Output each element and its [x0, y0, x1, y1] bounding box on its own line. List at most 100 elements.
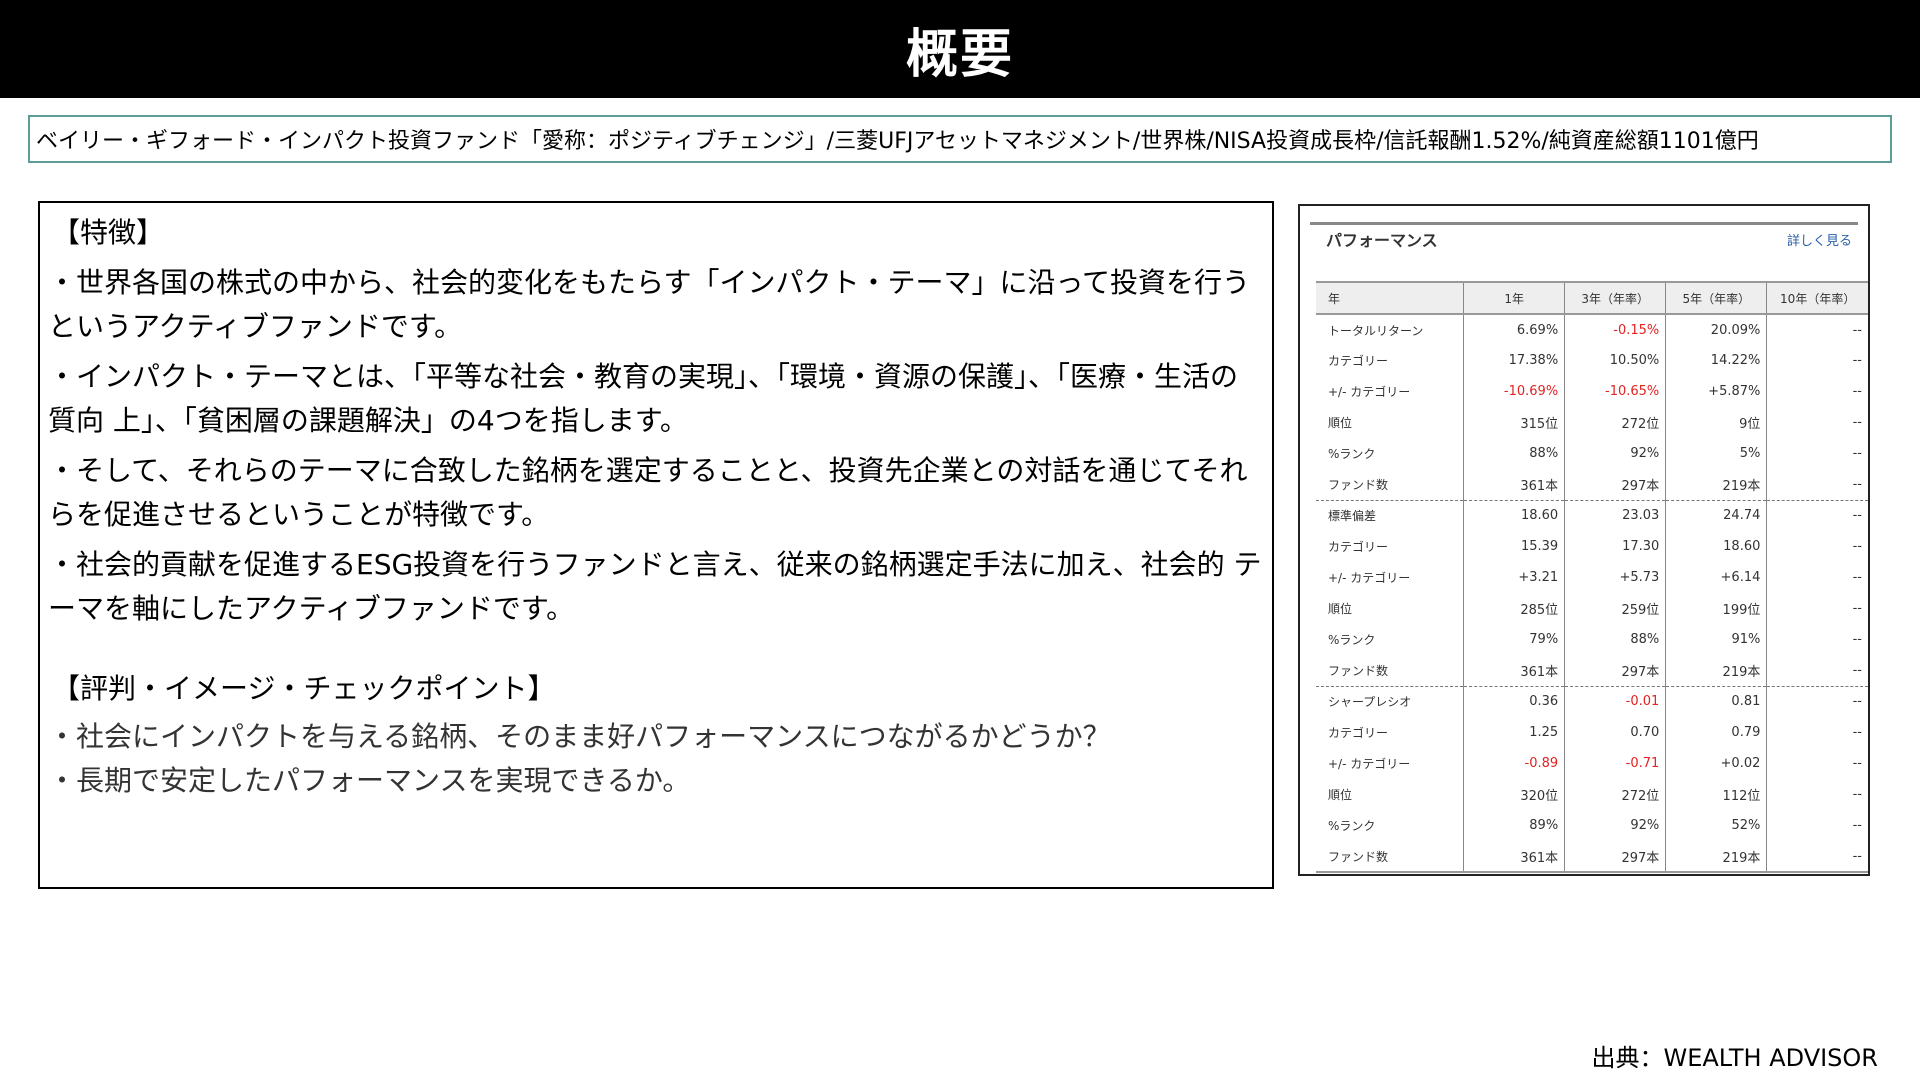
table-row: 順位 285位 259位 199位 -- — [1316, 593, 1868, 624]
table-cell: +0.02 — [1665, 748, 1767, 779]
row-label: トータルリターン — [1328, 323, 1424, 338]
table-cell: +5.87% — [1665, 376, 1767, 407]
table-cell: -0.15% — [1564, 314, 1666, 345]
table-cell: -- — [1766, 500, 1868, 531]
performance-header: パフォーマンス 詳しく見る — [1316, 225, 1858, 253]
feature-bullet: ・そして、それらのテーマに合致した銘柄を選定することと、投資先企業との対話を通じ… — [48, 454, 1248, 531]
row-label: 順位 — [1328, 416, 1353, 430]
table-cell: -- — [1766, 779, 1868, 810]
table-cell: +6.14 — [1665, 562, 1767, 593]
table-cell: -- — [1766, 655, 1868, 687]
table-header-row: 年 1年 3年（年率） 5年（年率） 10年（年率） — [1316, 281, 1868, 315]
table-cell: 6.69% — [1463, 314, 1565, 345]
table-cell: -- — [1766, 531, 1868, 562]
performance-table-body: トータルリターン 6.69% -0.15% 20.09% -- カテゴリー 17.38% 10… — [1316, 314, 1868, 873]
row-label: ファンド数 — [1316, 655, 1464, 687]
table-cell: 259位 — [1564, 593, 1666, 624]
table-cell: 219本 — [1665, 841, 1767, 873]
table-cell: 79% — [1463, 624, 1565, 655]
see-details-link[interactable]: 詳しく見る — [1787, 230, 1852, 249]
row-label: +/- カテゴリー — [1328, 757, 1411, 771]
table-cell: -10.65% — [1564, 376, 1666, 407]
table-cell: 17.38% — [1463, 345, 1565, 376]
table-cell: 88% — [1564, 624, 1666, 655]
table-row: %ランク 79% 88% 91% -- — [1316, 624, 1868, 655]
feature-bullet: ・インパクト・テーマとは、「平等な社会・教育の実現」、「環境・資源の保護」、「医… — [48, 360, 1239, 437]
row-label: 順位 — [1328, 788, 1353, 802]
table-cell: 199位 — [1665, 593, 1767, 624]
checkpoint-item: ・長期で安定したパフォーマンスを実現できるか。 — [48, 764, 691, 797]
column-header: 5年（年率） — [1665, 281, 1767, 315]
table-cell: -- — [1766, 376, 1868, 407]
performance-title: パフォーマンス — [1326, 231, 1438, 250]
table-cell: -0.89 — [1463, 748, 1565, 779]
table-cell: 219本 — [1665, 469, 1767, 501]
row-label: +/- カテゴリー — [1328, 571, 1411, 585]
table-row: %ランク 89% 92% 52% -- — [1316, 810, 1868, 841]
table-cell: 315位 — [1463, 407, 1565, 438]
table-cell: -- — [1766, 562, 1868, 593]
table-cell: 89% — [1463, 810, 1565, 841]
column-header: 年 — [1316, 281, 1464, 315]
table-cell: 92% — [1564, 810, 1666, 841]
row-label: +/- カテゴリー — [1328, 385, 1411, 399]
table-cell: +5.73 — [1564, 562, 1666, 593]
table-cell: -- — [1766, 748, 1868, 779]
table-cell: -0.71 — [1564, 748, 1666, 779]
column-header: 1年 — [1463, 281, 1565, 315]
table-cell: -- — [1766, 624, 1868, 655]
table-cell: 0.81 — [1665, 686, 1767, 717]
row-label: %ランク — [1328, 447, 1376, 461]
table-cell: -- — [1766, 841, 1868, 873]
table-row: ファンド数 361本 297本 219本 -- — [1316, 469, 1868, 501]
checkpoints-list: ・社会にインパクトを与える銘柄、そのまま好パフォーマンスにつながるかどうか？ ・… — [48, 715, 1262, 803]
table-cell: -- — [1766, 686, 1868, 717]
features-panel: 【特徴】 ・世界各国の株式の中から、社会的変化をもたらす「インパクト・テーマ」に… — [38, 201, 1274, 889]
page-title: 概要 — [0, 0, 1920, 98]
feature-bullet: ・社会的貢献を促進するESG投資を行うファンドと言え、従来の銘柄選定手法に加え、… — [48, 548, 1262, 625]
row-label: %ランク — [1328, 633, 1376, 647]
table-row: ファンド数 361本 297本 219本 -- — [1316, 655, 1868, 687]
table-cell: 18.60 — [1463, 500, 1565, 531]
table-cell: 0.36 — [1463, 686, 1565, 717]
table-cell: 297本 — [1564, 655, 1666, 687]
table-cell: 92% — [1564, 438, 1666, 469]
row-label: 順位 — [1328, 602, 1353, 616]
table-row: 標準偏差 18.60 23.03 24.74 -- — [1316, 500, 1868, 531]
table-cell: 285位 — [1463, 593, 1565, 624]
table-cell: 297本 — [1564, 841, 1666, 873]
table-cell: 219本 — [1665, 655, 1767, 687]
table-cell: 272位 — [1564, 779, 1666, 810]
table-cell: 18.60 — [1665, 531, 1767, 562]
fund-summary: ベイリー・ギフォード・インパクト投資ファンド「愛称：ポジティブチェンジ」/三菱U… — [28, 115, 1892, 163]
table-cell: 15.39 — [1463, 531, 1565, 562]
table-row: シャープレシオ 0.36 -0.01 0.81 -- — [1316, 686, 1868, 717]
row-label: %ランク — [1328, 819, 1376, 833]
table-cell: -- — [1766, 314, 1868, 345]
table-row: +/- カテゴリー -10.69% -10.65% +5.87% -- — [1316, 376, 1868, 407]
table-cell: 0.70 — [1564, 717, 1666, 748]
table-cell: 24.74 — [1665, 500, 1767, 531]
table-row: +/- カテゴリー +3.21 +5.73 +6.14 -- — [1316, 562, 1868, 593]
table-cell: 20.09% — [1665, 314, 1767, 345]
table-row: %ランク 88% 92% 5% -- — [1316, 438, 1868, 469]
table-cell: 320位 — [1463, 779, 1565, 810]
table-row: 順位 320位 272位 112位 -- — [1316, 779, 1868, 810]
table-cell: 88% — [1463, 438, 1565, 469]
table-cell: -0.01 — [1564, 686, 1666, 717]
row-label: ファンド数 — [1316, 841, 1464, 873]
performance-card: パフォーマンス 詳しく見る 年 1年 3年（年率） 5年（年率） 10年（年率）… — [1310, 222, 1868, 873]
table-row: カテゴリー 15.39 17.30 18.60 -- — [1316, 531, 1868, 562]
table-cell: -- — [1766, 469, 1868, 501]
column-header: 3年（年率） — [1564, 281, 1666, 315]
table-cell: 297本 — [1564, 469, 1666, 501]
features-heading: 【特徴】 — [52, 216, 165, 249]
table-cell: 1.25 — [1463, 717, 1565, 748]
performance-panel: パフォーマンス 詳しく見る 年 1年 3年（年率） 5年（年率） 10年（年率）… — [1298, 204, 1870, 876]
table-cell: 361本 — [1463, 841, 1565, 873]
table-cell: 10.50% — [1564, 345, 1666, 376]
table-cell: 112位 — [1665, 779, 1767, 810]
table-cell: 272位 — [1564, 407, 1666, 438]
performance-table: 年 1年 3年（年率） 5年（年率） 10年（年率） トータルリターン 6.69%… — [1316, 281, 1868, 873]
row-label: カテゴリー — [1328, 726, 1389, 740]
